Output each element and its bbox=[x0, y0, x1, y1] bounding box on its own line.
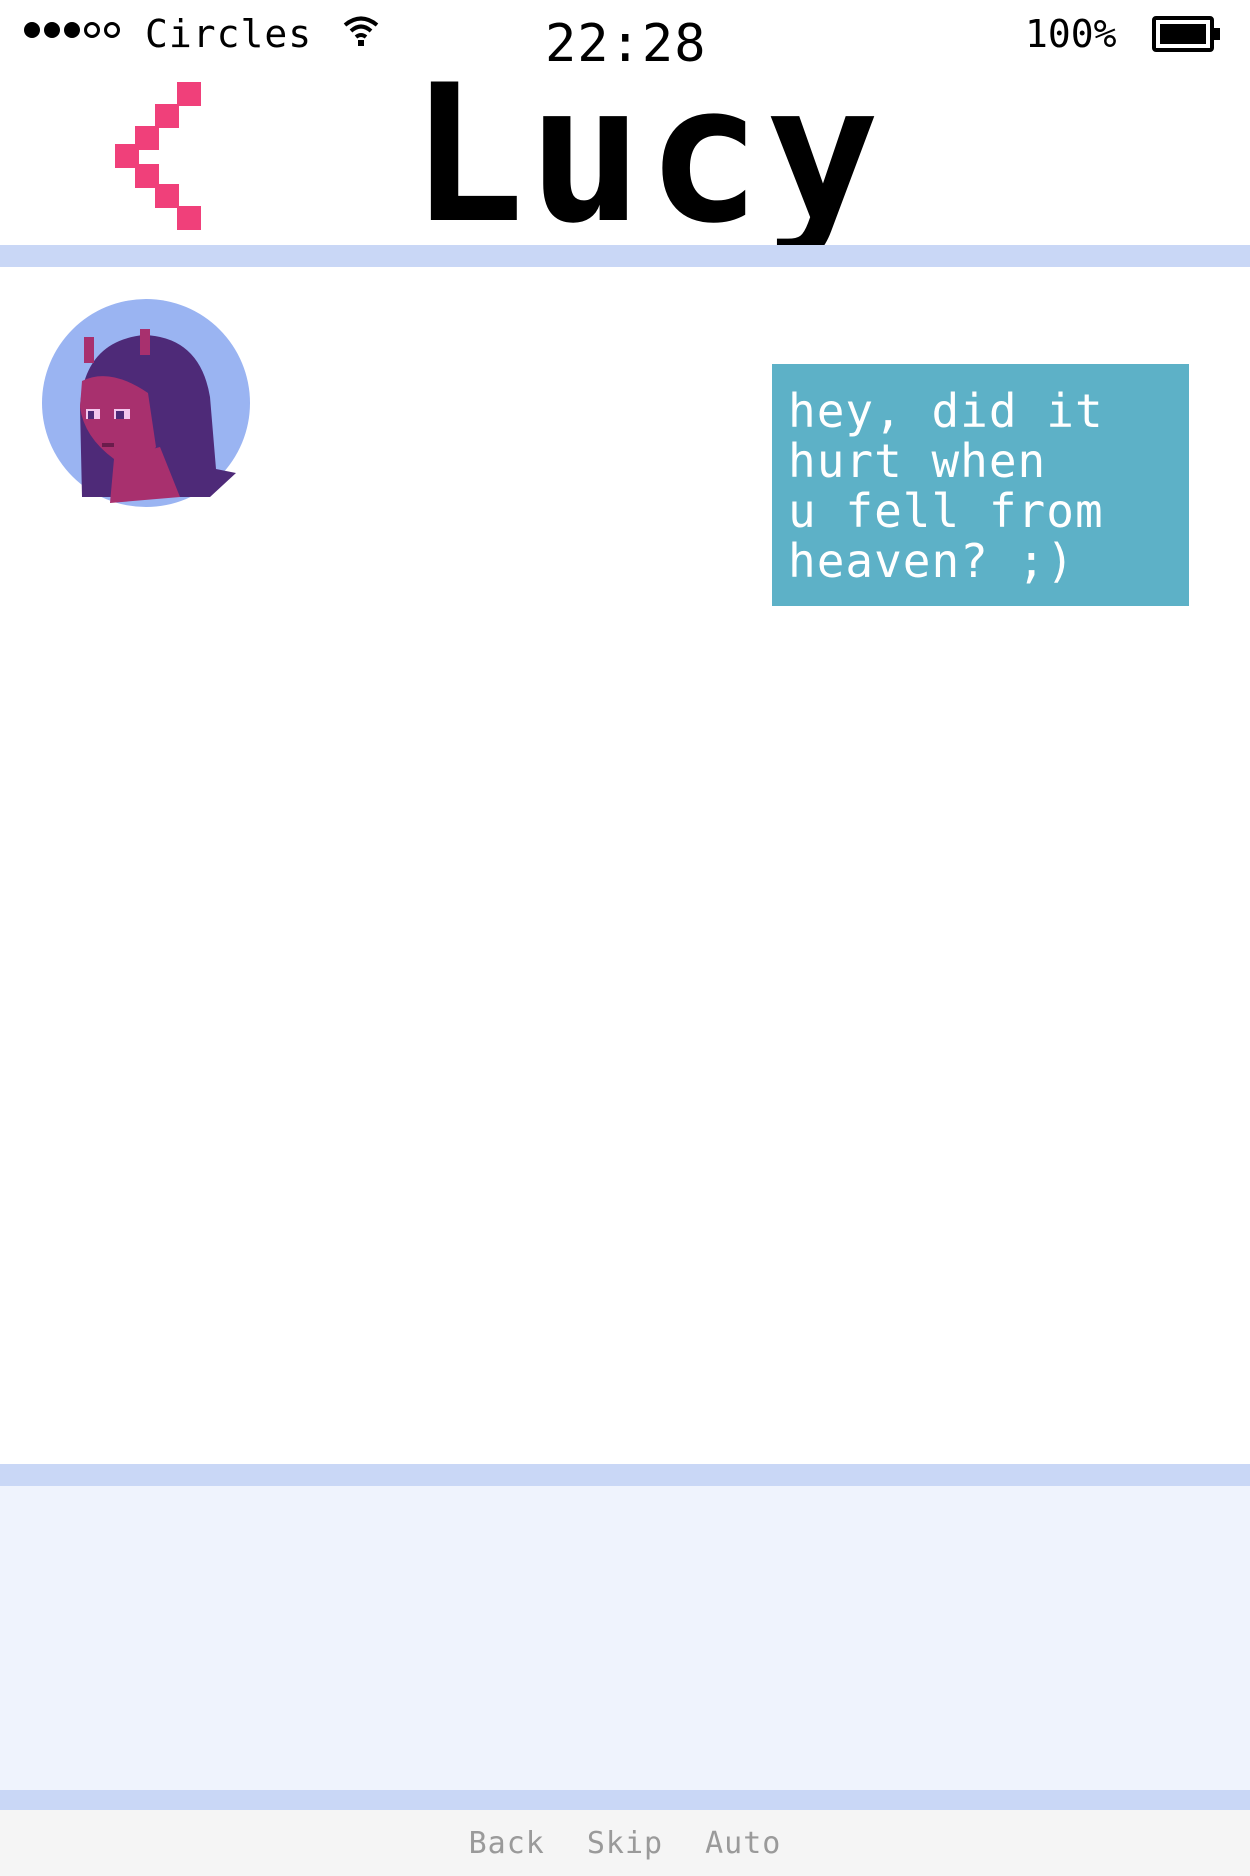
skip-button[interactable]: Skip bbox=[587, 1826, 663, 1861]
chevron-left-icon[interactable] bbox=[115, 82, 201, 230]
input-divider bbox=[0, 1464, 1250, 1486]
signal-strength-icon bbox=[24, 22, 120, 38]
header-divider bbox=[0, 245, 1250, 267]
avatar bbox=[42, 299, 250, 507]
menu-divider bbox=[0, 1790, 1250, 1810]
contact-name: Lucy bbox=[410, 44, 884, 265]
signal-dot bbox=[24, 22, 40, 38]
signal-dot bbox=[104, 22, 120, 38]
back-button[interactable]: Back bbox=[469, 1826, 545, 1861]
wifi-icon bbox=[343, 16, 379, 46]
battery-icon bbox=[1152, 16, 1220, 52]
battery-percent: 100% bbox=[1025, 12, 1117, 56]
signal-dot bbox=[64, 22, 80, 38]
chat-screen: Circles 22:28 100% Lucy hey, did it hurt… bbox=[0, 0, 1250, 1876]
reply-choice-panel bbox=[0, 1486, 1250, 1790]
signal-dot bbox=[84, 22, 100, 38]
auto-button[interactable]: Auto bbox=[705, 1826, 781, 1861]
carrier-name: Circles bbox=[145, 12, 313, 56]
message-bubble: hey, did it hurt when u fell from heaven… bbox=[772, 364, 1189, 606]
signal-dot bbox=[44, 22, 60, 38]
quick-menu: Back Skip Auto bbox=[0, 1810, 1250, 1876]
